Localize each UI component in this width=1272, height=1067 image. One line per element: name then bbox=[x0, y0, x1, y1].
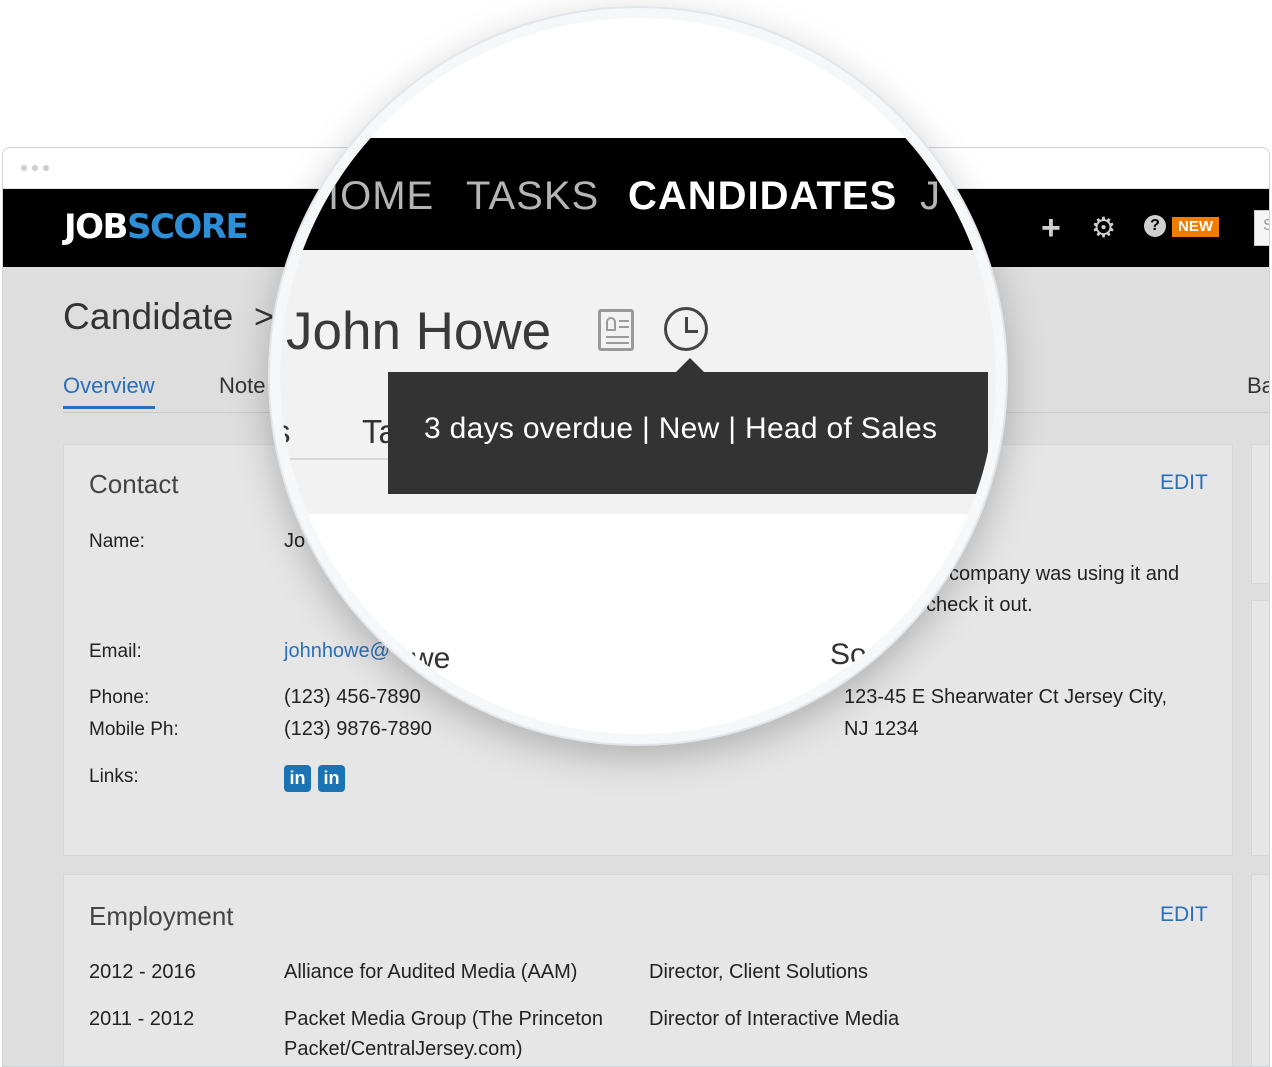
employment-title: Employment bbox=[89, 901, 234, 931]
employment-years: 2012 - 2016 bbox=[89, 961, 196, 983]
employment-card: Employment EDIT 2012 - 2016 Alliance for… bbox=[63, 874, 1233, 1066]
linkedin-icon[interactable]: in bbox=[318, 765, 345, 792]
address-line-2: NJ 1234 bbox=[844, 718, 919, 740]
magnified-navbar: IOME TASKS CANDIDATES J bbox=[280, 138, 996, 250]
clock-icon[interactable] bbox=[664, 307, 708, 351]
tab-background[interactable]: Ba bbox=[1247, 373, 1269, 399]
jobscore-logo[interactable]: JOBSCORE bbox=[64, 207, 249, 247]
logo-text-score: SCORE bbox=[126, 207, 249, 247]
address-line-1: 123-45 E Shearwater Ct Jersey City, bbox=[844, 686, 1168, 708]
email-label: Email: bbox=[89, 641, 142, 662]
nav-candidates[interactable]: CANDIDATES bbox=[628, 174, 897, 219]
status-tooltip: 3 days overdue | New | Head of Sales bbox=[388, 372, 988, 494]
employment-company: Packet Media Group (The Princeton bbox=[284, 1008, 604, 1030]
resume-icon[interactable] bbox=[598, 309, 634, 351]
tab-underline bbox=[280, 458, 390, 460]
email-fragment: we bbox=[412, 642, 451, 675]
employment-company: Alliance for Audited Media (AAM) bbox=[284, 961, 578, 983]
note-line-1: company was using it and bbox=[949, 563, 1180, 585]
source-fragment: So bbox=[830, 638, 867, 671]
window-dot bbox=[43, 165, 49, 171]
nav-jobs[interactable]: J bbox=[920, 174, 941, 219]
employment-years: 2011 - 2012 bbox=[89, 1008, 195, 1030]
mobile-value: (123) 9876-7890 bbox=[284, 718, 432, 740]
name-value: Jo bbox=[284, 530, 306, 552]
plus-icon[interactable]: + bbox=[1041, 211, 1061, 245]
links-label: Links: bbox=[89, 766, 139, 787]
name-label: Name: bbox=[89, 531, 145, 552]
phone-label: Phone: bbox=[89, 687, 150, 708]
magnifier-lens: IOME TASKS CANDIDATES J John Howe s Ta 3… bbox=[270, 8, 1006, 744]
linkedin-icon[interactable]: in bbox=[284, 765, 311, 792]
side-card bbox=[1251, 874, 1269, 1066]
window-dot bbox=[21, 165, 27, 171]
breadcrumb-separator: > bbox=[254, 298, 274, 336]
tab-notes[interactable]: Note bbox=[219, 373, 265, 399]
employment-edit-button[interactable]: EDIT bbox=[1160, 903, 1208, 927]
breadcrumb[interactable]: Candidate bbox=[63, 296, 234, 338]
side-card bbox=[1251, 444, 1269, 584]
search-input[interactable]: S bbox=[1254, 210, 1269, 246]
window-dot bbox=[32, 165, 38, 171]
new-badge[interactable]: NEW bbox=[1172, 217, 1219, 237]
email-link[interactable]: johnhowe@ bbox=[284, 640, 390, 663]
tab-overview[interactable]: Overview bbox=[63, 373, 155, 409]
logo-text-job: JOB bbox=[64, 207, 128, 247]
note-line-2: check it out. bbox=[926, 594, 1033, 616]
phone-value: (123) 456-7890 bbox=[284, 686, 421, 708]
nav-home[interactable]: IOME bbox=[328, 174, 434, 219]
tooltip-arrow bbox=[676, 358, 704, 372]
gear-icon[interactable]: ⚙ bbox=[1091, 211, 1116, 245]
contact-title: Contact bbox=[89, 469, 179, 499]
side-card bbox=[1251, 600, 1269, 856]
contact-edit-button[interactable]: EDIT bbox=[1160, 471, 1208, 495]
mobile-label: Mobile Ph: bbox=[89, 719, 179, 740]
nav-tasks[interactable]: TASKS bbox=[466, 174, 599, 219]
employment-company-cont: Packet/CentralJersey.com) bbox=[284, 1038, 523, 1060]
employment-role: Director of Interactive Media bbox=[649, 1008, 900, 1030]
help-icon[interactable]: ? bbox=[1144, 215, 1166, 237]
employment-role: Director, Client Solutions bbox=[649, 961, 868, 983]
candidate-name: John Howe bbox=[286, 302, 552, 361]
tab-fragment: s bbox=[274, 413, 291, 450]
